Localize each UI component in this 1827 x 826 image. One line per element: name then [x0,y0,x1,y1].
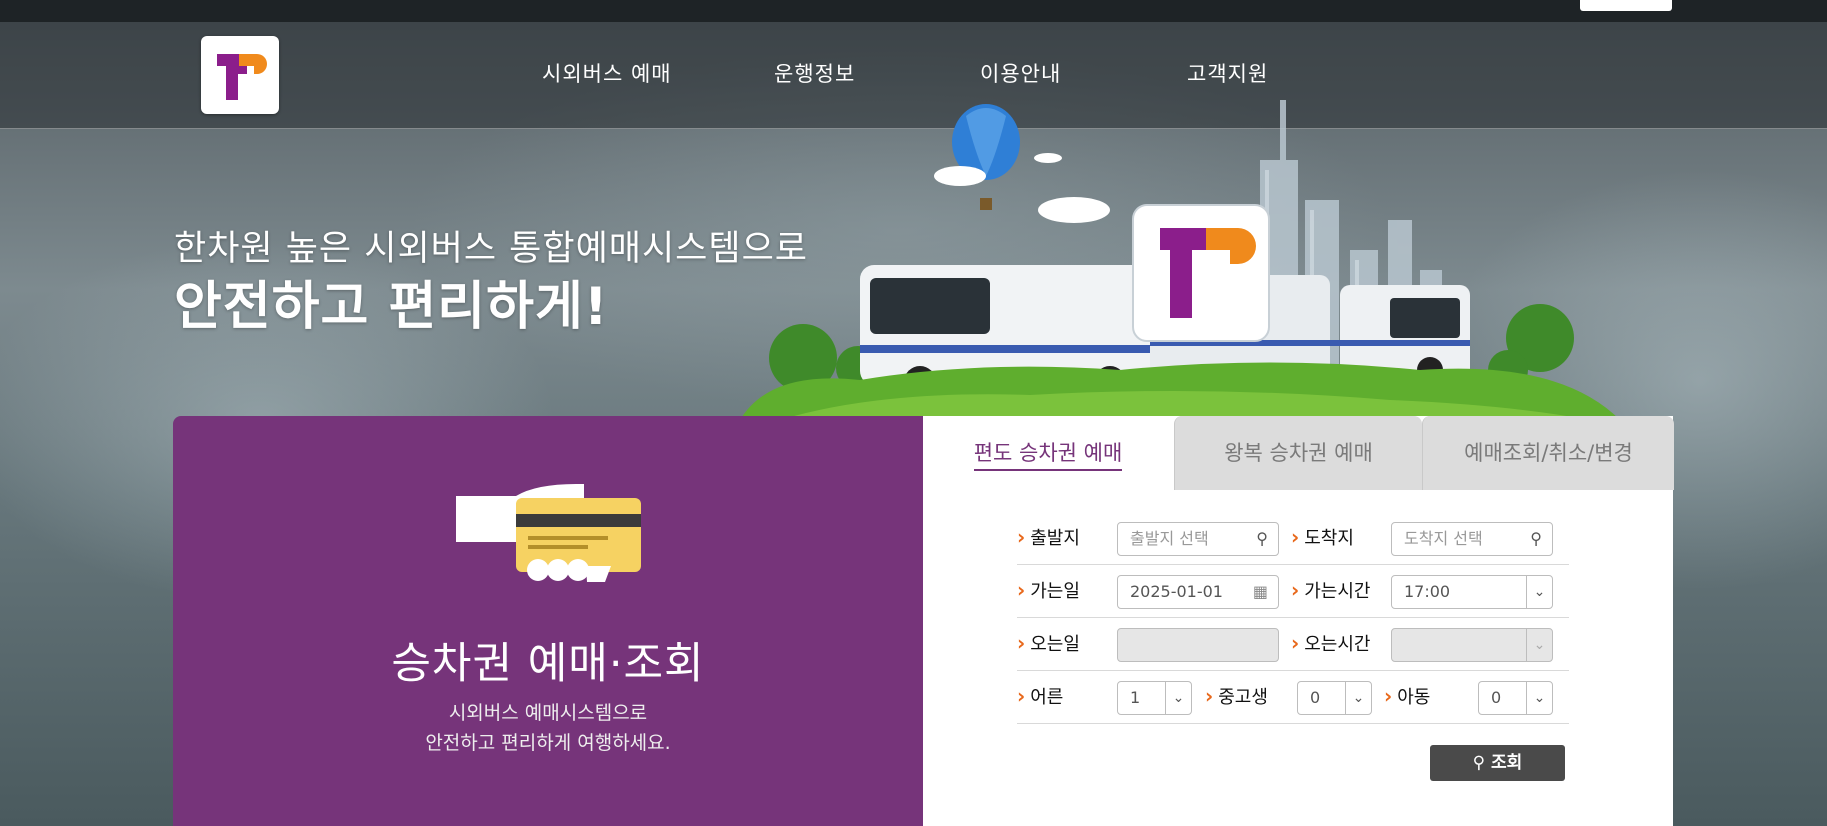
go-date-label: 가는일 [1017,564,1080,617]
passenger-row: 어른 1 ⌄ 중고생 0 ⌄ 아동 0 ⌄ [1017,670,1569,724]
chevron-down-icon: ⌄ [1526,682,1552,714]
t-logo-icon [217,54,267,100]
arrival-placeholder: 도착지 선택 [1404,529,1483,548]
calendar-icon: ▦ [1252,582,1268,601]
ticket-promo-panel: 승차권 예매·조회 시외버스 예매시스템으로 안전하고 편리하게 여행하세요. [173,416,937,826]
bus-city-illustration [740,100,1620,420]
nav-intercity-bus-booking[interactable]: 시외버스 예매 [542,58,672,88]
arrival-label: 도착지 [1291,511,1354,564]
promo-description-line1: 시외버스 예매시스템으로 [448,702,648,724]
promo-description: 시외버스 예매시스템으로 안전하고 편리하게 여행하세요. [173,698,923,758]
go-time-label: 가는시간 [1291,564,1370,617]
departure-label: 출발지 [1017,511,1080,564]
return-time-select[interactable]: ⌄ [1391,628,1553,662]
departure-placeholder: 출발지 선택 [1130,529,1209,548]
chevron-down-icon: ⌄ [1345,682,1371,714]
card-payment-icon [456,484,641,582]
return-date-row: 오는일 오는시간 ⌄ [1017,617,1569,671]
chevron-down-icon: ⌄ [1526,629,1552,661]
search-icon: ⚲ [1256,529,1268,548]
youth-label: 중고생 [1205,670,1268,723]
departure-date-row: 가는일 2025-01-01 ▦ 가는시간 17:00 ⌄ [1017,564,1569,618]
go-date-value: 2025-01-01 [1130,582,1223,601]
return-date-input[interactable] [1117,628,1279,662]
search-button[interactable]: ⚲ 조회 [1430,745,1565,781]
tab-round-trip[interactable]: 왕복 승차권 예매 [1174,416,1422,490]
adult-count-select[interactable]: 1 ⌄ [1117,681,1192,715]
promo-description-line2: 안전하고 편리하게 여행하세요. [425,732,671,754]
hero-title: 안전하고 편리하게! [174,277,609,337]
child-count-value: 0 [1491,688,1502,707]
chevron-down-icon: ⌄ [1526,576,1552,608]
go-time-select[interactable]: 17:00 ⌄ [1391,575,1553,609]
site-logo[interactable] [201,36,279,114]
child-label: 아동 [1384,670,1430,723]
nav-operation-info[interactable]: 운행정보 [774,58,855,88]
youth-count-value: 0 [1310,688,1321,707]
booking-panel: 편도 승차권 예매 왕복 승차권 예매 예매조회/취소/변경 출발지 출발지 선… [923,416,1674,826]
go-time-value: 17:00 [1404,582,1451,601]
adult-label: 어른 [1017,670,1063,723]
child-count-select[interactable]: 0 ⌄ [1478,681,1553,715]
search-icon: ⚲ [1472,753,1486,773]
youth-count-select[interactable]: 0 ⌄ [1297,681,1372,715]
departure-select[interactable]: 출발지 선택 ⚲ [1117,522,1279,556]
nav-usage-guide[interactable]: 이용안내 [980,58,1061,88]
nav-customer-support[interactable]: 고객지원 [1187,58,1268,88]
chevron-down-icon: ⌄ [1165,682,1191,714]
tab-round-trip-label: 왕복 승차권 예매 [1224,441,1373,465]
search-button-label: 조회 [1491,753,1523,773]
return-date-label: 오는일 [1017,617,1080,670]
tab-lookup-label: 예매조회/취소/변경 [1464,441,1633,465]
promo-title: 승차권 예매·조회 [391,639,705,689]
adult-count-value: 1 [1130,688,1141,707]
route-row: 출발지 출발지 선택 ⚲ 도착지 도착지 선택 ⚲ [1017,511,1569,565]
search-icon: ⚲ [1530,529,1542,548]
tab-one-way-label: 편도 승차권 예매 [973,441,1123,471]
arrival-select[interactable]: 도착지 선택 ⚲ [1391,522,1553,556]
return-time-label: 오는시간 [1291,617,1370,670]
utility-bar [0,0,1827,22]
tab-one-way[interactable]: 편도 승차권 예매 [923,416,1173,490]
go-date-input[interactable]: 2025-01-01 ▦ [1117,575,1279,609]
booking-tabs: 편도 승차권 예매 왕복 승차권 예매 예매조회/취소/변경 [923,416,1674,490]
utility-button[interactable] [1580,0,1672,11]
tab-lookup-cancel-change[interactable]: 예매조회/취소/변경 [1422,416,1674,490]
